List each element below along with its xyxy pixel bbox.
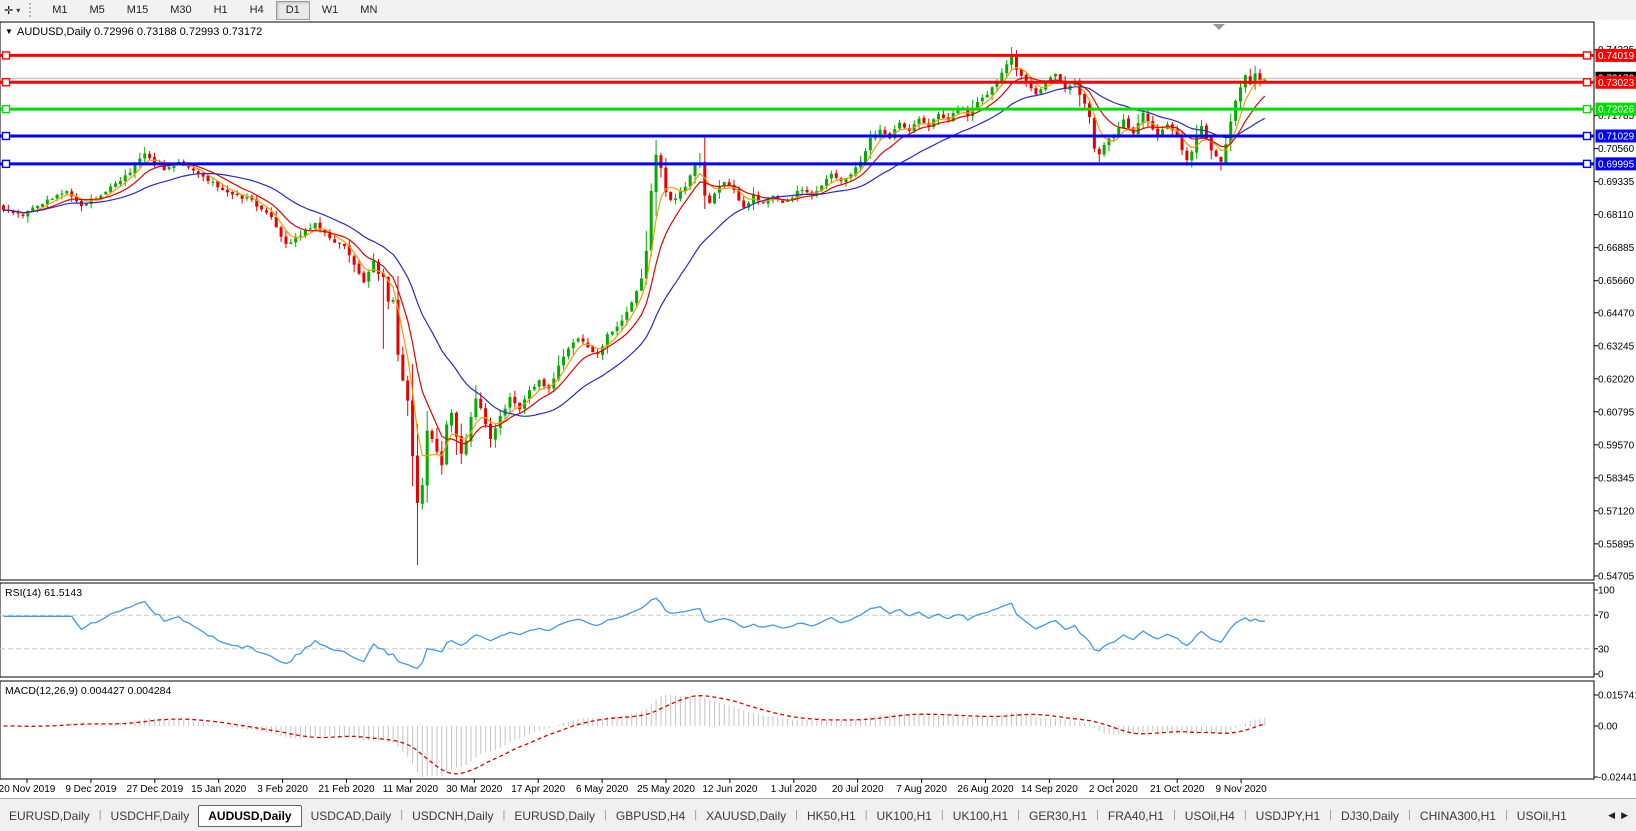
svg-text:0.63245: 0.63245 [1598, 341, 1635, 352]
chart-tab-gbpusd-h4[interactable]: GBPUSD,H4 [607, 806, 694, 826]
chart-tab-usdchf-daily[interactable]: USDCHF,Daily [102, 806, 199, 826]
svg-text:27 Dec 2019: 27 Dec 2019 [126, 784, 183, 795]
timeframe-button-m1[interactable]: M1 [42, 1, 77, 20]
timeframe-button-m5[interactable]: M5 [80, 1, 115, 20]
svg-text:12 Jun 2020: 12 Jun 2020 [702, 784, 757, 795]
price-panel[interactable] [0, 22, 1594, 580]
svg-text:25 May 2020: 25 May 2020 [637, 784, 695, 795]
chart-tab-eurusd-daily[interactable]: EURUSD,Daily [505, 806, 604, 826]
chart-tab-fra40-h1[interactable]: FRA40,H1 [1099, 806, 1173, 826]
svg-text:0.62020: 0.62020 [1598, 374, 1635, 385]
timeframe-button-m15[interactable]: M15 [117, 1, 158, 20]
svg-text:0.60795: 0.60795 [1598, 407, 1635, 418]
collapse-chart-icon: ▼ [5, 27, 13, 36]
price-badge-0.69995: 0.69995 [1596, 157, 1636, 170]
chart-tab-ger30-h1[interactable]: GER30,H1 [1020, 806, 1096, 826]
chart-title: AUDUSD,Daily 0.72996 0.73188 0.72993 0.7… [17, 26, 262, 38]
candlestick-chart[interactable]: 0.742350.717850.705600.693350.681100.668… [0, 20, 1636, 798]
svg-text:0.66885: 0.66885 [1598, 243, 1635, 254]
svg-text:3 Feb 2020: 3 Feb 2020 [257, 784, 308, 795]
svg-text:11 Mar 2020: 11 Mar 2020 [383, 784, 439, 795]
svg-text:30 Mar 2020: 30 Mar 2020 [446, 784, 503, 795]
svg-text:0.73023: 0.73023 [1598, 78, 1635, 89]
svg-text:0.70560: 0.70560 [1598, 144, 1635, 155]
svg-text:0.65660: 0.65660 [1598, 276, 1635, 287]
chart-tab-bar: EURUSD,Daily|USDCHF,DailyAUDUSD,DailyUSD… [0, 798, 1636, 831]
timeframe-button-h1[interactable]: H1 [204, 1, 238, 20]
crosshair-cursor-icon[interactable]: ✛▾ [0, 4, 24, 17]
price-badge-0.74019: 0.74019 [1596, 49, 1636, 62]
chart-tab-audusd-daily[interactable]: AUDUSD,Daily [198, 805, 301, 827]
chart-tab-china300-h1[interactable]: CHINA300,H1 [1411, 806, 1505, 826]
svg-text:14 Sep 2020: 14 Sep 2020 [1021, 784, 1078, 795]
svg-text:0.69995: 0.69995 [1598, 159, 1635, 170]
svg-text:0.015741: 0.015741 [1598, 691, 1636, 702]
svg-text:21 Feb 2020: 21 Feb 2020 [318, 784, 375, 795]
chart-tab-eurusd-daily[interactable]: EURUSD,Daily [0, 806, 99, 826]
svg-text:1 Jul 2020: 1 Jul 2020 [771, 784, 818, 795]
chevron-down-icon: ▾ [16, 6, 20, 15]
chart-tab-hk50-h1[interactable]: HK50,H1 [798, 806, 865, 826]
macd-label: MACD(12,26,9) 0.004427 0.004284 [5, 685, 172, 697]
svg-text:9 Nov 2020: 9 Nov 2020 [1216, 784, 1268, 795]
svg-text:0.71029: 0.71029 [1598, 131, 1635, 142]
timeframe-button-d1[interactable]: D1 [276, 1, 310, 20]
svg-text:0.68110: 0.68110 [1598, 210, 1634, 221]
svg-text:7 Aug 2020: 7 Aug 2020 [896, 784, 947, 795]
timeframe-toolbar: M1M5M15M30H1H4D1W1MN [41, 0, 388, 20]
price-badge-0.73023: 0.73023 [1596, 76, 1636, 89]
chart-area[interactable]: 0.742350.717850.705600.693350.681100.668… [0, 20, 1636, 798]
svg-text:-0.024412: -0.024412 [1598, 773, 1636, 784]
svg-text:2 Oct 2020: 2 Oct 2020 [1089, 784, 1138, 795]
svg-text:0.74019: 0.74019 [1598, 51, 1635, 62]
svg-text:15 Jan 2020: 15 Jan 2020 [191, 784, 246, 795]
price-axis: 0.742350.717850.705600.693350.681100.668… [1594, 45, 1635, 582]
svg-text:30: 30 [1598, 644, 1610, 655]
svg-text:20 Jul 2020: 20 Jul 2020 [832, 784, 884, 795]
price-badge-0.72026: 0.72026 [1596, 103, 1636, 116]
svg-text:0.00: 0.00 [1598, 722, 1618, 733]
chart-tab-usdcnh-daily[interactable]: USDCNH,Daily [403, 806, 502, 826]
svg-text:26 Aug 2020: 26 Aug 2020 [957, 784, 1014, 795]
timeframe-button-h4[interactable]: H4 [240, 1, 274, 20]
svg-text:0.55895: 0.55895 [1598, 539, 1635, 550]
svg-text:100: 100 [1598, 586, 1615, 597]
svg-text:0.57120: 0.57120 [1598, 506, 1635, 517]
chart-tab-usoil-h4[interactable]: USOil,H4 [1176, 806, 1244, 826]
svg-text:20 Nov 2019: 20 Nov 2019 [0, 784, 56, 795]
top-toolbar: ✛▾ M1M5M15M30H1H4D1W1MN [0, 0, 1636, 21]
svg-text:0.59570: 0.59570 [1598, 440, 1635, 451]
chart-tab-uk100-h1[interactable]: UK100,H1 [868, 806, 941, 826]
chart-tab-usoil-h1[interactable]: USOil,H1 [1508, 806, 1576, 826]
timeframe-button-mn[interactable]: MN [350, 1, 387, 20]
chart-tab-usdcad-daily[interactable]: USDCAD,Daily [302, 806, 401, 826]
macd-panel[interactable] [0, 681, 1594, 779]
svg-text:0.69335: 0.69335 [1598, 177, 1635, 188]
timeframe-button-m30[interactable]: M30 [160, 1, 201, 20]
timeframe-button-w1[interactable]: W1 [312, 1, 349, 20]
svg-text:21 Oct 2020: 21 Oct 2020 [1150, 784, 1205, 795]
chart-tab-usdjpy-h1[interactable]: USDJPY,H1 [1247, 806, 1329, 826]
chart-tab-xauusd-daily[interactable]: XAUUSD,Daily [697, 806, 795, 826]
svg-text:6 May 2020: 6 May 2020 [576, 784, 629, 795]
svg-text:0.54705: 0.54705 [1598, 571, 1635, 582]
chart-tab-dj30-daily[interactable]: DJ30,Daily [1332, 806, 1408, 826]
svg-text:0.72026: 0.72026 [1598, 105, 1635, 116]
svg-text:0.64470: 0.64470 [1598, 308, 1635, 319]
toolbar-grip[interactable] [29, 3, 36, 17]
svg-text:0.58345: 0.58345 [1598, 473, 1635, 484]
rsi-panel[interactable] [0, 583, 1594, 677]
date-axis: 20 Nov 2019 9 Dec 2019 27 Dec 2019 15 Jan 2… [0, 779, 1267, 795]
chart-tab-uk100-h1[interactable]: UK100,H1 [944, 806, 1017, 826]
svg-text:9 Dec 2019: 9 Dec 2019 [65, 784, 117, 795]
tab-scroll-left-icon[interactable]: ◀ [1608, 810, 1615, 821]
price-badge-0.71029: 0.71029 [1596, 129, 1636, 142]
svg-text:0: 0 [1598, 670, 1604, 681]
tab-scroll-right-icon[interactable]: ▶ [1621, 810, 1628, 821]
svg-text:70: 70 [1598, 611, 1610, 622]
svg-text:17 Apr 2020: 17 Apr 2020 [511, 784, 565, 795]
rsi-label: RSI(14) 61.5143 [5, 587, 82, 599]
